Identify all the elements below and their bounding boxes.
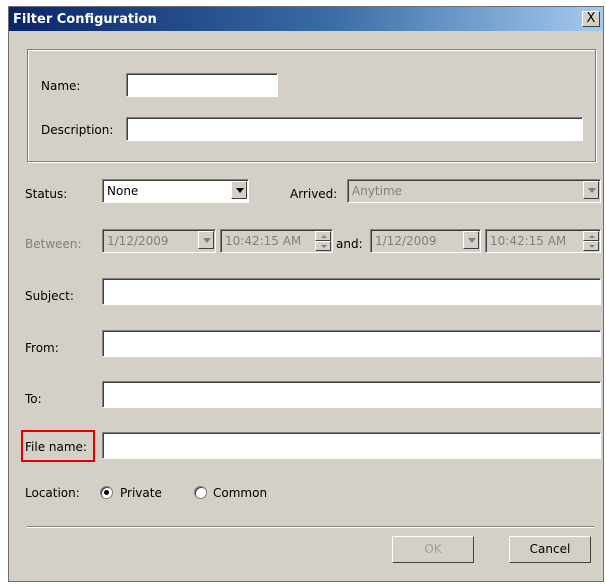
status-value: None: [107, 184, 139, 198]
from-label: From:: [25, 341, 59, 355]
start-date-picker[interactable]: 1/12/2009: [102, 229, 216, 253]
end-time-value: 10:42:15 AM: [490, 234, 567, 248]
end-date-picker[interactable]: 1/12/2009: [370, 229, 481, 253]
arrived-label: Arrived:: [290, 187, 338, 201]
name-label: Name:: [41, 79, 81, 93]
common-option-label[interactable]: Common: [213, 486, 267, 500]
status-dropdown[interactable]: None: [102, 179, 249, 203]
private-radio[interactable]: [100, 486, 113, 499]
chevron-down-icon[interactable]: [463, 231, 479, 249]
spinner-arrows-icon[interactable]: [315, 231, 331, 251]
description-input[interactable]: [126, 117, 583, 141]
end-date-value: 1/12/2009: [375, 234, 437, 248]
from-input[interactable]: [102, 330, 601, 357]
spinner-arrows-icon[interactable]: [583, 231, 599, 251]
file-name-label: File name:: [25, 440, 87, 454]
filter-configuration-dialog: Filter Configuration X Name: Description…: [8, 6, 604, 582]
subject-label: Subject:: [25, 289, 74, 303]
between-label: Between:: [25, 237, 82, 251]
cancel-button[interactable]: Cancel: [509, 536, 591, 563]
description-label: Description:: [41, 123, 114, 137]
start-date-value: 1/12/2009: [107, 234, 169, 248]
close-icon[interactable]: X: [582, 11, 600, 27]
location-label: Location:: [25, 486, 80, 500]
status-label: Status:: [25, 187, 68, 201]
file-name-input[interactable]: [102, 432, 601, 459]
title-bar[interactable]: Filter Configuration X: [9, 7, 603, 31]
chevron-down-icon[interactable]: [198, 231, 214, 249]
arrived-value: Anytime: [352, 184, 403, 198]
chevron-down-icon[interactable]: [231, 181, 247, 199]
arrived-dropdown[interactable]: Anytime: [347, 179, 601, 203]
end-time-spinner[interactable]: 10:42:15 AM: [485, 229, 601, 253]
chevron-down-icon[interactable]: [583, 181, 599, 199]
ok-button[interactable]: OK: [392, 536, 474, 563]
to-label: To:: [25, 392, 42, 406]
and-label: and:: [336, 237, 363, 251]
identity-group: [27, 49, 596, 162]
divider: [27, 526, 594, 528]
start-time-spinner[interactable]: 10:42:15 AM: [220, 229, 333, 253]
subject-input[interactable]: [102, 278, 601, 305]
to-input[interactable]: [102, 381, 601, 408]
common-radio[interactable]: [194, 486, 207, 499]
name-input[interactable]: [126, 73, 278, 97]
private-option-label[interactable]: Private: [120, 486, 162, 500]
dialog-title: Filter Configuration: [13, 12, 157, 27]
start-time-value: 10:42:15 AM: [225, 234, 302, 248]
